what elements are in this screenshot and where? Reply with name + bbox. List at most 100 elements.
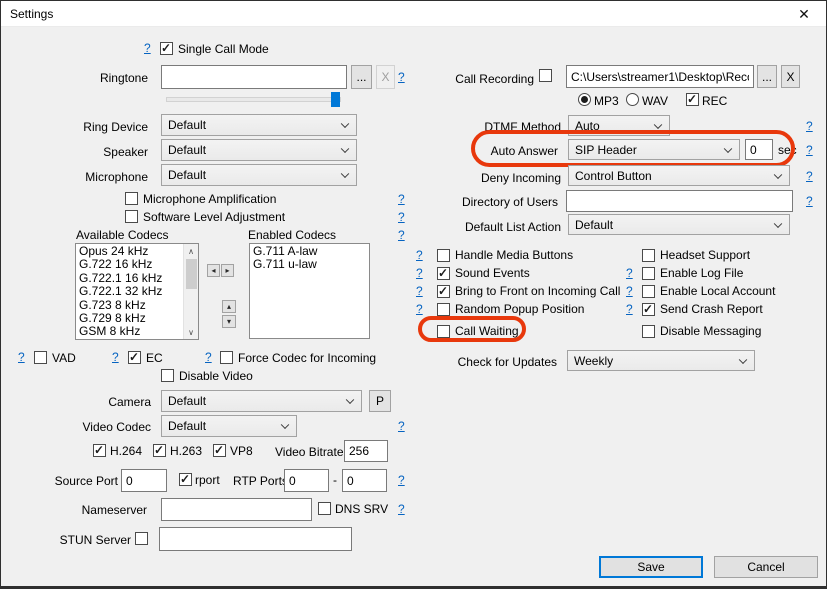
dtmf-method-select[interactable]: Auto <box>568 115 670 136</box>
codec-item[interactable]: G.729 8 kHz <box>79 312 183 325</box>
recording-clear-button[interactable]: X <box>781 65 800 88</box>
codec-move-left-button[interactable]: ◂ <box>207 264 220 277</box>
h263-checkbox[interactable] <box>153 444 166 457</box>
help-codecs[interactable]: ? <box>398 228 405 242</box>
help-dtmf[interactable]: ? <box>806 119 813 133</box>
help-single-call-mode[interactable]: ? <box>144 41 151 55</box>
stun-server-input[interactable] <box>159 527 352 551</box>
ringtone-clear-button[interactable]: X <box>376 65 395 89</box>
codec-move-up-button[interactable]: ▴ <box>222 300 236 313</box>
rtp-port-from-input[interactable] <box>284 469 329 492</box>
help-force-codec[interactable]: ? <box>205 350 212 364</box>
help-enable-log-file[interactable]: ? <box>626 266 637 280</box>
vp8-checkbox[interactable] <box>213 444 226 457</box>
codec-item[interactable]: G.722 16 kHz <box>79 258 183 271</box>
help-sound-events[interactable]: ? <box>416 266 429 280</box>
codec-item[interactable]: G.723 8 kHz <box>79 299 183 312</box>
scroll-up-icon[interactable]: ∧ <box>184 244 199 258</box>
help-send-crash-report[interactable]: ? <box>626 302 637 316</box>
scroll-down-icon[interactable]: ∨ <box>184 325 199 339</box>
directory-of-users-input[interactable] <box>566 190 793 212</box>
help-software-level[interactable]: ? <box>398 210 405 224</box>
speaker-select[interactable]: Default <box>161 139 357 161</box>
software-level-checkbox[interactable] <box>125 210 138 223</box>
help-nameserver[interactable]: ? <box>398 502 405 516</box>
rec-checkbox[interactable] <box>686 93 699 106</box>
help-random-popup-position[interactable]: ? <box>416 302 429 316</box>
ringtone-input[interactable] <box>161 65 347 89</box>
rtp-port-to-input[interactable] <box>342 469 387 492</box>
codec-list-scrollbar[interactable]: ∧ ∨ <box>183 244 198 339</box>
help-auto-answer[interactable]: ? <box>806 143 813 157</box>
ring-device-select[interactable]: Default <box>161 114 357 136</box>
codec-item[interactable]: G.722.1 16 kHz <box>79 272 183 285</box>
codec-move-down-button[interactable]: ▾ <box>222 315 236 328</box>
dtmf-method-label: DTMF Method <box>461 120 561 134</box>
help-vad[interactable]: ? <box>18 350 25 364</box>
disable-messaging-checkbox[interactable] <box>642 325 655 338</box>
help-video-codec[interactable]: ? <box>398 419 405 433</box>
codec-item[interactable]: G.722.1 32 kHz <box>79 285 183 298</box>
camera-select[interactable]: Default <box>161 390 362 412</box>
default-list-action-select[interactable]: Default <box>568 214 790 235</box>
mic-amplification-checkbox[interactable] <box>125 192 138 205</box>
ringtone-browse-button[interactable]: ... <box>351 65 372 89</box>
enabled-codecs-list[interactable]: G.711 A-lawG.711 u-law <box>249 243 370 339</box>
help-enable-local-account[interactable]: ? <box>626 284 637 298</box>
codec-move-right-button[interactable]: ▸ <box>221 264 234 277</box>
send-crash-report-checkbox[interactable] <box>642 303 655 316</box>
h264-checkbox[interactable] <box>93 444 106 457</box>
ec-checkbox[interactable] <box>128 351 141 364</box>
help-ec[interactable]: ? <box>112 350 119 364</box>
enable-local-account-checkbox[interactable] <box>642 285 655 298</box>
headset-support-checkbox[interactable] <box>642 249 655 262</box>
codec-item[interactable]: G.711 A-law <box>253 245 369 258</box>
available-codecs-list[interactable]: Opus 24 kHzG.722 16 kHzG.722.1 16 kHzG.7… <box>75 243 199 340</box>
mp3-radio[interactable] <box>578 93 591 106</box>
help-deny-incoming[interactable]: ? <box>806 169 813 183</box>
recording-browse-button[interactable]: ... <box>757 65 777 88</box>
help-rtp-ports[interactable]: ? <box>398 473 405 487</box>
scrollbar-thumb[interactable] <box>186 259 197 289</box>
call-waiting-checkbox[interactable] <box>437 325 450 338</box>
help-mic-amplification[interactable]: ? <box>398 192 405 206</box>
help-handle-media-buttons[interactable]: ? <box>416 248 429 262</box>
help-directory[interactable]: ? <box>806 194 813 208</box>
help-ringtone[interactable]: ? <box>398 70 405 84</box>
vad-checkbox[interactable] <box>34 351 47 364</box>
random-popup-position-checkbox[interactable] <box>437 303 450 316</box>
camera-preview-button[interactable]: P <box>369 390 391 412</box>
wav-radio[interactable] <box>626 93 639 106</box>
help-bring-to-front-on-incoming-call[interactable]: ? <box>416 284 429 298</box>
auto-answer-select[interactable]: SIP Header <box>568 139 740 160</box>
recording-path-input[interactable] <box>566 65 754 88</box>
codec-item[interactable]: G.711 u-law <box>253 258 369 271</box>
ringtone-volume-handle[interactable] <box>331 92 340 107</box>
check-for-updates-select[interactable]: Weekly <box>567 350 755 371</box>
handle-media-buttons-checkbox[interactable] <box>437 249 450 262</box>
force-codec-checkbox[interactable] <box>220 351 233 364</box>
enable-log-file-checkbox[interactable] <box>642 267 655 280</box>
single-call-mode-label: Single Call Mode <box>178 42 269 56</box>
ringtone-volume-track[interactable] <box>166 97 341 102</box>
cancel-button[interactable]: Cancel <box>714 556 818 578</box>
rport-checkbox[interactable] <box>179 473 192 486</box>
save-button[interactable]: Save <box>599 556 703 578</box>
video-bitrate-input[interactable] <box>344 440 388 462</box>
single-call-mode-checkbox[interactable] <box>160 42 173 55</box>
call-recording-checkbox[interactable] <box>539 69 552 82</box>
stun-server-checkbox[interactable] <box>135 532 148 545</box>
microphone-select[interactable]: Default <box>161 164 357 186</box>
close-icon[interactable]: ✕ <box>793 5 815 23</box>
sound-events-checkbox[interactable] <box>437 267 450 280</box>
deny-incoming-select[interactable]: Control Button <box>568 165 790 186</box>
auto-answer-delay-input[interactable] <box>745 139 773 160</box>
codec-item[interactable]: Opus 24 kHz <box>79 245 183 258</box>
dns-srv-checkbox[interactable] <box>318 502 331 515</box>
video-codec-select[interactable]: Default <box>161 415 297 437</box>
nameserver-input[interactable] <box>161 498 312 521</box>
disable-video-checkbox[interactable] <box>161 369 174 382</box>
source-port-input[interactable] <box>121 469 167 492</box>
codec-item[interactable]: GSM 8 kHz <box>79 325 183 338</box>
bring-to-front-on-incoming-call-checkbox[interactable] <box>437 285 450 298</box>
